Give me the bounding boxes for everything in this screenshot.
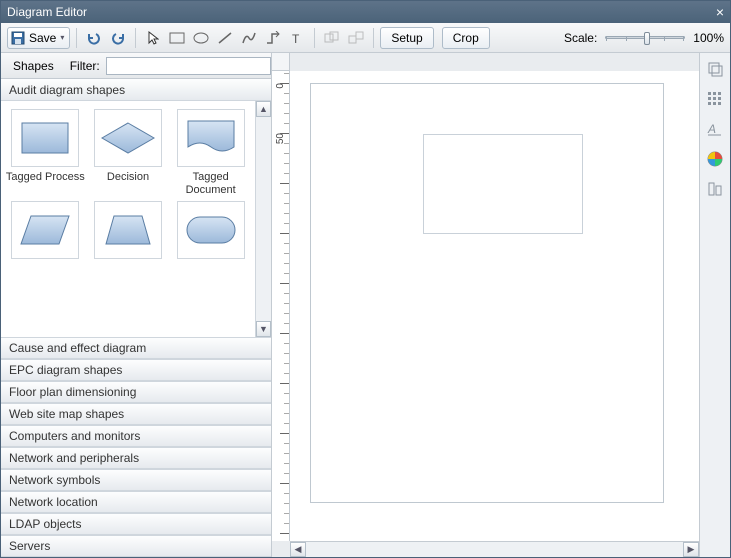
curve-icon (241, 31, 257, 45)
canvas-page (310, 83, 664, 503)
connector-tool[interactable] (262, 27, 284, 49)
shape-label: Decision (107, 171, 149, 197)
scale-slider[interactable] (605, 36, 685, 39)
diagram-editor-window: Diagram Editor × Save ▾ (0, 0, 731, 558)
color-icon[interactable] (705, 149, 725, 169)
canvas-area: 050100150200 050 ◀ ▶ (272, 53, 730, 557)
ungroup-icon (348, 31, 364, 45)
scale-value: 100% (693, 31, 724, 45)
grid-icon[interactable] (705, 89, 725, 109)
accordion-header[interactable]: Network and peripherals (1, 447, 271, 469)
canvas-viewport[interactable] (290, 71, 699, 541)
shape-trapezoid[interactable] (94, 201, 162, 259)
accordion-header[interactable]: Web site map shapes (1, 403, 271, 425)
ruler-corner (272, 53, 290, 71)
accordion-header-expanded[interactable]: Audit diagram shapes (1, 79, 271, 101)
shape-rounded[interactable] (177, 201, 245, 259)
accordion-content: Tagged Process Decision (1, 101, 271, 337)
align-icon[interactable] (705, 179, 725, 199)
save-button[interactable]: Save ▾ (7, 27, 70, 49)
redo-button[interactable] (107, 27, 129, 49)
titlebar: Diagram Editor × (1, 1, 730, 23)
main-toolbar: Save ▾ T (1, 23, 730, 53)
undo-button[interactable] (83, 27, 105, 49)
accordion-header[interactable]: EPC diagram shapes (1, 359, 271, 381)
shapes-panel-header: Shapes Filter: (1, 53, 271, 79)
svg-text:T: T (292, 32, 300, 45)
scroll-right-icon[interactable]: ▶ (683, 542, 699, 557)
accordion-header[interactable]: Cause and effect diagram (1, 337, 271, 359)
text-format-icon[interactable]: A (705, 119, 725, 139)
ellipse-tool[interactable] (190, 27, 212, 49)
accordion-header[interactable]: Network symbols (1, 469, 271, 491)
scroll-up-icon[interactable]: ▲ (256, 101, 271, 117)
rect-tool[interactable] (166, 27, 188, 49)
accordion-header[interactable]: Servers (1, 535, 271, 557)
save-caret-icon: ▾ (60, 33, 64, 42)
window-title: Diagram Editor (7, 5, 87, 19)
shapes-accordion: Audit diagram shapes Tagged Process (1, 79, 271, 557)
close-icon[interactable]: × (716, 4, 724, 20)
horizontal-scrollbar[interactable]: ◀ ▶ (290, 541, 699, 557)
filter-input[interactable] (106, 57, 271, 75)
rect-icon (169, 32, 185, 44)
shape-label: Tagged Document (170, 171, 251, 197)
separator (76, 28, 77, 48)
redo-icon (110, 31, 126, 45)
ungroup-button[interactable] (345, 27, 367, 49)
connector-icon (265, 31, 281, 45)
accordion-header[interactable]: Computers and monitors (1, 425, 271, 447)
svg-text:A: A (707, 122, 716, 136)
accordion-header[interactable]: LDAP objects (1, 513, 271, 535)
shapes-label: Shapes (13, 59, 54, 73)
text-tool[interactable]: T (286, 27, 308, 49)
shape-parallelogram[interactable] (11, 201, 79, 259)
accordion-header[interactable]: Network location (1, 491, 271, 513)
canvas-rect-shape[interactable] (423, 134, 583, 234)
pointer-icon (147, 31, 159, 45)
setup-button[interactable]: Setup (380, 27, 433, 49)
separator (373, 28, 374, 48)
group-icon (324, 31, 340, 45)
shapes-scrollbar[interactable]: ▲ ▼ (255, 101, 271, 337)
ellipse-icon (193, 32, 209, 44)
separator (135, 28, 136, 48)
scroll-down-icon[interactable]: ▼ (256, 321, 271, 337)
line-tool[interactable] (214, 27, 236, 49)
scroll-left-icon[interactable]: ◀ (290, 542, 306, 557)
save-icon (11, 31, 25, 45)
scale-thumb[interactable] (644, 32, 650, 45)
shape-decision[interactable] (94, 109, 162, 167)
layers-icon[interactable] (705, 59, 725, 79)
pointer-tool[interactable] (142, 27, 164, 49)
undo-icon (86, 31, 102, 45)
separator (314, 28, 315, 48)
shape-label: Tagged Process (6, 171, 85, 197)
group-button[interactable] (321, 27, 343, 49)
accordion-header[interactable]: Floor plan dimensioning (1, 381, 271, 403)
ruler-vertical[interactable]: 050 (272, 71, 290, 541)
text-icon: T (290, 31, 304, 45)
shape-tagged-process[interactable] (11, 109, 79, 167)
right-toolbar: A (700, 53, 730, 557)
shapes-grid: Tagged Process Decision (1, 101, 255, 337)
scale-label: Scale: (564, 31, 597, 45)
crop-button[interactable]: Crop (442, 27, 490, 49)
shape-tagged-document[interactable] (177, 109, 245, 167)
line-icon (217, 31, 233, 45)
curve-tool[interactable] (238, 27, 260, 49)
save-label: Save (29, 31, 56, 45)
canvas-main: 050100150200 050 ◀ ▶ (272, 53, 700, 557)
left-panel: Shapes Filter: Audit diagram shapes (1, 53, 272, 557)
filter-label: Filter: (70, 59, 100, 73)
body: Shapes Filter: Audit diagram shapes (1, 53, 730, 557)
